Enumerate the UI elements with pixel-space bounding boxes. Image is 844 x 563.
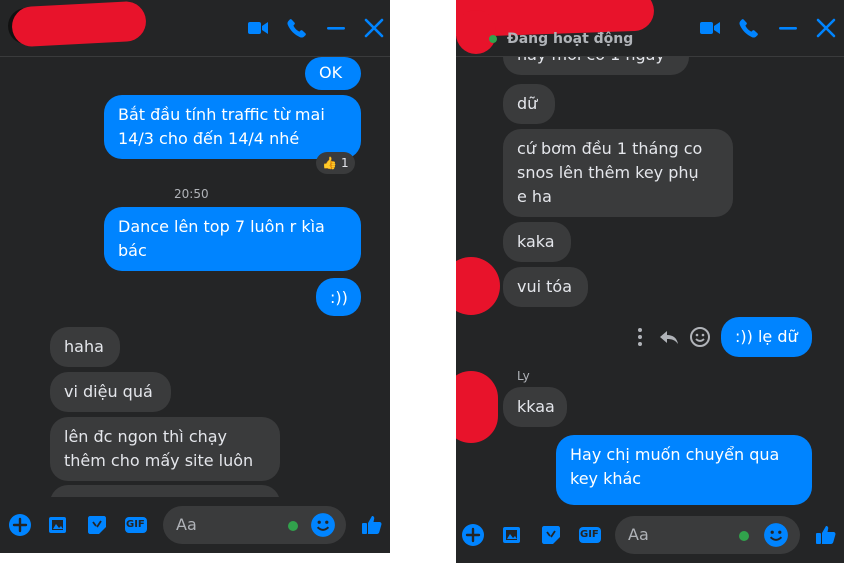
plus-icon[interactable] <box>461 523 485 547</box>
right-chat-window: Đang hoạt động hay mới có 1 ngày dữ cứ b… <box>456 0 844 563</box>
message-input-placeholder: Aa <box>176 515 197 534</box>
more-icon[interactable] <box>634 325 646 349</box>
message-input[interactable]: Aa <box>163 506 346 544</box>
thumbs-up-reaction-icon: 👍 <box>322 156 337 170</box>
message-bubble-partial[interactable] <box>50 485 280 497</box>
redacted-avatar <box>456 10 496 54</box>
gif-icon[interactable]: GIF <box>578 523 602 547</box>
message-input-placeholder: Aa <box>628 525 649 544</box>
plus-icon[interactable] <box>8 513 32 537</box>
redacted-avatar <box>456 371 498 443</box>
message-bubble[interactable]: cứ bơm đều 1 tháng co snos lên thêm key … <box>503 129 733 217</box>
reaction-badge[interactable]: 👍 1 <box>316 152 355 174</box>
sticker-icon[interactable] <box>85 513 109 537</box>
close-icon[interactable] <box>362 16 386 40</box>
message-bubble[interactable]: dữ <box>503 84 555 124</box>
thumbs-up-icon[interactable] <box>814 523 838 547</box>
chat-header <box>0 0 390 57</box>
message-bubble[interactable]: Dance lên top 7 luôn r kìa bác <box>104 207 361 271</box>
message-list[interactable]: hay mới có 1 ngày dữ cứ bơm đều 1 tháng … <box>456 57 844 507</box>
message-bubble[interactable]: kkaa <box>503 387 567 427</box>
redacted-avatar <box>456 257 500 315</box>
close-icon[interactable] <box>814 16 838 40</box>
reaction-count: 1 <box>340 156 349 170</box>
message-bubble[interactable]: haha <box>50 327 120 367</box>
message-bubble-partial[interactable]: hay mới có 1 ngày <box>503 57 689 75</box>
redacted-name <box>11 0 147 48</box>
composer-bar: GIF Aa <box>0 497 390 553</box>
emoji-icon[interactable] <box>763 522 789 548</box>
video-call-icon[interactable] <box>246 16 270 40</box>
online-dot <box>288 521 298 531</box>
minimize-icon[interactable] <box>324 16 348 40</box>
sender-name: Ly <box>517 369 530 383</box>
online-status-dot <box>489 35 497 43</box>
image-icon[interactable] <box>500 523 524 547</box>
react-emoji-icon[interactable] <box>688 325 712 349</box>
message-bubble[interactable]: Hay chị muốn chuyển qua key khác <box>556 435 812 505</box>
message-timestamp: 20:50 <box>174 187 209 201</box>
phone-icon[interactable] <box>285 16 309 40</box>
message-input[interactable]: Aa <box>615 516 800 554</box>
emoji-icon[interactable] <box>310 512 336 538</box>
message-list[interactable]: OK Bắt đầu tính traffic từ mai 14/3 cho … <box>0 57 390 497</box>
message-bubble[interactable]: vi diệu quá <box>50 372 171 412</box>
chat-header: Đang hoạt động <box>456 0 844 57</box>
message-bubble[interactable]: Bắt đầu tính traffic từ mai 14/3 cho đến… <box>104 95 361 159</box>
active-status-text: Đang hoạt động <box>507 31 634 47</box>
message-bubble[interactable]: :)) <box>316 278 361 316</box>
gif-icon[interactable]: GIF <box>124 513 148 537</box>
sticker-icon[interactable] <box>539 523 563 547</box>
phone-icon[interactable] <box>737 16 761 40</box>
message-bubble[interactable]: kaka <box>503 222 571 262</box>
gif-label: GIF <box>580 529 599 540</box>
composer-bar: GIF Aa <box>456 507 844 563</box>
left-chat-window: OK Bắt đầu tính traffic từ mai 14/3 cho … <box>0 0 390 553</box>
gif-label: GIF <box>126 519 145 530</box>
message-bubble[interactable]: lên đc ngon thì chạy thêm cho mấy site l… <box>50 417 280 481</box>
online-dot <box>739 531 749 541</box>
reply-icon[interactable] <box>657 325 681 349</box>
minimize-icon[interactable] <box>776 16 800 40</box>
thumbs-up-icon[interactable] <box>360 513 384 537</box>
message-bubble[interactable]: vui tóa <box>503 267 588 307</box>
message-bubble[interactable]: :)) lẹ dữ <box>721 317 812 357</box>
image-icon[interactable] <box>46 513 70 537</box>
message-bubble[interactable]: OK <box>305 57 361 90</box>
video-call-icon[interactable] <box>698 16 722 40</box>
